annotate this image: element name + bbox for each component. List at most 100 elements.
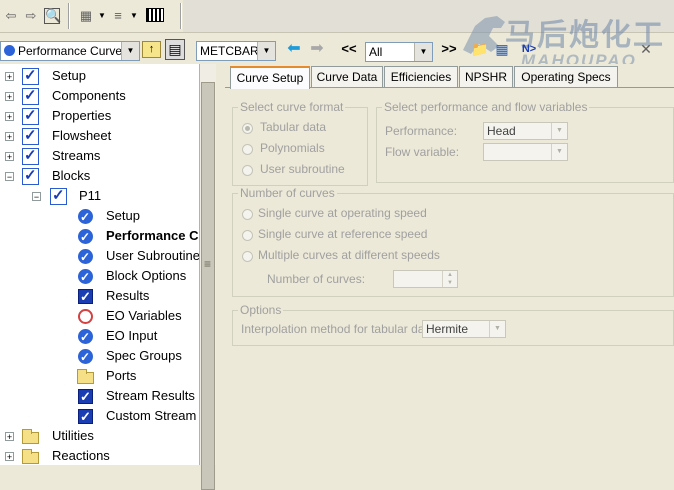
tree-item-performance-curves[interactable]: Performance Cu <box>0 226 199 247</box>
tab-curve-data[interactable]: Curve Data <box>311 66 383 87</box>
arrow-right-icon[interactable]: ➡ <box>307 39 327 59</box>
tab-curve-setup[interactable]: Curve Setup <box>230 66 310 89</box>
complete-round-icon <box>78 247 93 267</box>
complete-check-icon <box>22 166 39 186</box>
interpolation-select[interactable]: Hermite ▼ <box>422 320 506 338</box>
up-folder-icon[interactable]: ↑ <box>142 41 161 58</box>
next-button[interactable]: N> <box>518 39 540 59</box>
tab-efficiencies[interactable]: Efficiencies <box>384 66 458 87</box>
expand-icon[interactable]: + <box>5 72 14 82</box>
chevron-down-icon[interactable]: ▼ <box>489 321 505 337</box>
tree-item-setup[interactable]: + Setup <box>0 66 199 86</box>
find-icon[interactable]: 🔍 <box>44 8 61 24</box>
next-nav-button[interactable]: >> <box>437 39 461 59</box>
complete-check-icon <box>22 66 39 86</box>
tree-item-label: Setup <box>52 68 86 83</box>
performance-select[interactable]: Head ▼ <box>483 122 568 140</box>
tree-item-reactions[interactable]: + Reactions <box>0 446 199 465</box>
tab-operating-specs[interactable]: Operating Specs <box>514 66 618 87</box>
chevron-down-icon[interactable]: ▼ <box>414 43 432 61</box>
complete-check-icon <box>22 126 39 146</box>
collapse-icon[interactable]: − <box>5 172 14 182</box>
polynomials-radio[interactable] <box>242 144 253 155</box>
tree-item-properties[interactable]: + Properties <box>0 106 199 126</box>
tree-scrollbar[interactable] <box>200 64 216 490</box>
forward-icon[interactable]: ⇨ <box>23 8 39 24</box>
expand-icon[interactable]: + <box>5 132 14 142</box>
number-of-curves-group: Number of curves Single curve at operati… <box>232 186 674 297</box>
form-panel: Curve Setup Curve Data Efficiencies NPSH… <box>222 64 674 466</box>
group-title: Options <box>238 303 284 317</box>
barcode-icon[interactable] <box>146 8 164 22</box>
folder-icon <box>22 429 39 444</box>
folder-icon <box>77 369 94 384</box>
number-of-curves-spinner[interactable]: ▲ ▼ <box>393 270 458 288</box>
radio-label: Single curve at reference speed <box>258 227 428 241</box>
complete-round-icon <box>78 227 93 247</box>
expand-icon[interactable]: + <box>5 92 14 102</box>
flow-variable-select[interactable]: ▼ <box>483 143 568 161</box>
group-title: Select curve format <box>238 100 346 114</box>
tree-item-p11-setup[interactable]: Setup <box>0 206 199 227</box>
grid-dropdown-icon[interactable]: ▼ <box>94 8 110 24</box>
form-select-value: Performance Curves <box>18 44 129 58</box>
tree-item-label: Properties <box>52 108 112 123</box>
close-icon[interactable]: ✕ <box>636 39 656 59</box>
tree-item-eo-variables[interactable]: EO Variables <box>0 306 199 326</box>
tree-item-spec-groups[interactable]: Spec Groups <box>0 346 199 367</box>
tree-item-label: Streams <box>52 148 101 163</box>
scrollbar-thumb[interactable] <box>201 82 215 490</box>
spin-up-icon[interactable]: ▲ <box>442 271 457 279</box>
prev-nav-button[interactable]: << <box>337 39 361 59</box>
chevron-down-icon[interactable]: ▼ <box>121 42 139 60</box>
tree-item-user-subroutine[interactable]: User Subroutine <box>0 246 199 267</box>
tree-item-label: Block Options <box>106 268 187 283</box>
tree-item-utilities[interactable]: + Utilities <box>0 426 199 446</box>
units-select[interactable]: METCBAR ▼ <box>196 41 276 61</box>
tab-npshr[interactable]: NPSHR <box>459 66 513 87</box>
expand-icon[interactable]: + <box>5 152 14 162</box>
single-reference-radio[interactable] <box>242 230 253 241</box>
flow-variable-label: Flow variable: <box>385 145 460 159</box>
tree-item-flowsheet[interactable]: + Flowsheet <box>0 126 199 146</box>
list-dropdown-icon[interactable]: ▼ <box>126 8 142 24</box>
tree-item-ports[interactable]: Ports <box>0 366 199 386</box>
tree-item-eo-input[interactable]: EO Input <box>0 326 199 347</box>
expand-icon[interactable]: + <box>5 452 14 462</box>
tree-item-stream-results[interactable]: Stream Results <box>0 386 199 407</box>
grid-icon[interactable]: ▦ <box>78 8 94 24</box>
data-browser-icon[interactable]: ▦ <box>492 39 512 59</box>
tree-item-results[interactable]: Results <box>0 286 199 307</box>
tabular-data-radio[interactable] <box>242 123 253 134</box>
navigation-tree: + Setup + Components + Properties + Flow… <box>0 64 200 465</box>
tree-item-p11[interactable]: − P11 <box>0 186 199 206</box>
chevron-down-icon[interactable]: ▼ <box>551 123 567 139</box>
chevron-down-icon[interactable]: ▼ <box>257 42 275 60</box>
multiple-curves-radio[interactable] <box>242 251 253 262</box>
tree-item-custom-stream[interactable]: Custom Stream <box>0 406 199 427</box>
tree-item-components[interactable]: + Components <box>0 86 199 106</box>
single-operating-radio[interactable] <box>242 209 253 220</box>
expand-icon[interactable]: + <box>5 432 14 442</box>
tree-item-block-options[interactable]: Block Options <box>0 266 199 287</box>
tree-item-streams[interactable]: + Streams <box>0 146 199 166</box>
tree-view-icon[interactable]: ▤ <box>165 39 185 60</box>
collapse-icon[interactable]: − <box>32 192 41 202</box>
user-subroutine-radio[interactable] <box>242 165 253 176</box>
back-icon[interactable]: ⇦ <box>3 8 19 24</box>
results-check-icon <box>78 387 93 407</box>
number-of-curves-label: Number of curves: <box>267 272 366 286</box>
tree-item-blocks[interactable]: − Blocks <box>0 166 199 186</box>
spin-down-icon[interactable]: ▼ <box>442 279 457 287</box>
radio-label: Single curve at operating speed <box>258 206 427 220</box>
toolbar-band <box>183 0 674 32</box>
expand-icon[interactable]: + <box>5 112 14 122</box>
complete-check-icon <box>22 106 39 126</box>
complete-round-icon <box>78 207 93 227</box>
chevron-down-icon[interactable]: ▼ <box>551 144 567 160</box>
folder-icon[interactable]: 📁 <box>470 39 490 59</box>
form-select[interactable]: Performance Curves ▼ <box>0 41 140 61</box>
filter-select[interactable]: All ▼ <box>365 42 433 62</box>
arrow-left-icon[interactable]: ⬅ <box>284 39 304 59</box>
list-icon[interactable]: ≡ <box>110 8 126 24</box>
